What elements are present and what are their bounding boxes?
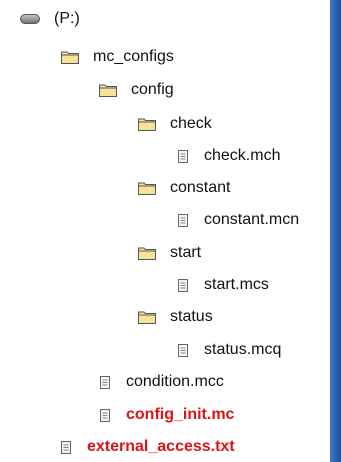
tree-node-check-mch[interactable]: check.mch [176,143,280,169]
tree-node-label: status.mcq [204,341,282,358]
tree-node-condition-mcc[interactable]: condition.mcc [98,369,224,395]
folder-icon [136,114,158,134]
tree-node-label: external_access.txt [87,438,235,455]
folder-icon [136,243,158,263]
tree-node-label: (P:) [54,10,80,27]
tree-node-label: condition.mcc [126,373,224,390]
tree-node-constant-mcn[interactable]: constant.mcn [176,207,299,233]
tree-node-status[interactable]: status [136,304,213,330]
file-icon [176,146,190,166]
folder-icon [59,47,81,67]
tree-node-drive[interactable]: (P:) [20,6,80,32]
folder-icon [97,80,119,100]
file-icon [176,275,190,295]
folder-icon [136,307,158,327]
file-tree-panel: (P:) mc_configs config check check.mch c… [0,0,330,462]
file-icon [176,340,190,360]
tree-node-config-init-mc[interactable]: config_init.mc [98,402,234,428]
tree-node-label: config_init.mc [126,406,235,423]
tree-node-status-mcq[interactable]: status.mcq [176,337,281,363]
tree-node-external-access-txt[interactable]: external_access.txt [59,434,235,460]
file-icon [59,437,73,457]
folder-icon [136,178,158,198]
file-icon [176,210,190,230]
file-icon [98,405,112,425]
tree-node-label: start [170,244,202,261]
tree-node-constant[interactable]: constant [136,175,230,201]
background-edge [330,0,341,462]
tree-node-label: constant [170,179,231,196]
tree-node-label: check [170,115,212,132]
drive-icon [20,9,40,29]
tree-node-label: constant.mcn [204,211,300,228]
tree-node-label: config [131,81,174,98]
tree-node-start[interactable]: start [136,240,201,266]
tree-node-label: mc_configs [93,48,174,65]
file-icon [98,372,112,392]
tree-node-start-mcs[interactable]: start.mcs [176,272,269,298]
tree-node-check[interactable]: check [136,111,212,137]
tree-node-label: check.mch [204,147,281,164]
tree-node-label: start.mcs [204,276,269,293]
tree-node-mc-configs[interactable]: mc_configs [59,44,174,70]
tree-node-label: status [170,308,213,325]
tree-node-config[interactable]: config [97,77,174,103]
